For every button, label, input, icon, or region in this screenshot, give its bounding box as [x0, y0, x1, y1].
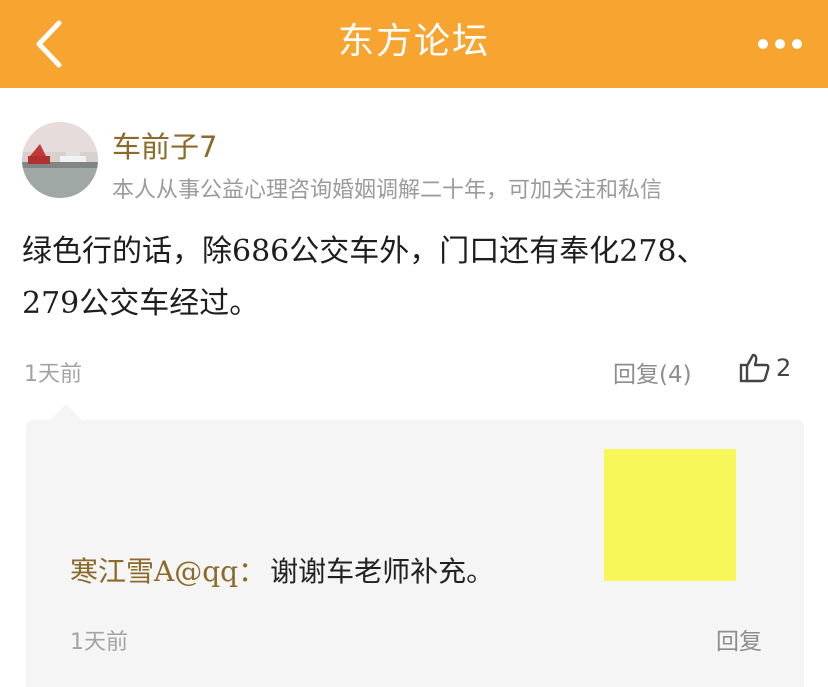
post-body-line: 279公交车经过。	[22, 286, 260, 321]
like-count: 2	[776, 354, 792, 382]
reply-username[interactable]: 寒江雪A@qq：	[70, 555, 266, 588]
avatar[interactable]	[22, 122, 98, 198]
reply-box-pointer	[50, 404, 82, 420]
user-bio: 本人从事公益心理咨询婚姻调解二十年，可加关注和私信	[112, 178, 663, 203]
post-timestamp: 1天前	[24, 362, 82, 387]
more-button[interactable]	[750, 22, 810, 66]
reply-button[interactable]: 回复(4)	[613, 355, 692, 389]
more-dots-icon	[758, 39, 802, 49]
thumbs-up-icon	[739, 353, 770, 383]
highlight-block	[604, 449, 736, 581]
reply-reply-button[interactable]: 回复	[716, 622, 762, 656]
post-content: 绿色行的话，除686公交车外，门口还有奉化278、 279公交车经过。	[22, 226, 812, 330]
reply-item: 寒江雪A@qq： 谢谢车老师补充。	[70, 550, 494, 590]
reply-timestamp: 1天前	[70, 630, 128, 655]
like-button[interactable]: 2	[738, 348, 791, 388]
post-username[interactable]: 车前子7	[112, 124, 217, 166]
reply-text: 谢谢车老师补充。	[270, 555, 495, 588]
post-body-line: 绿色行的话，除686公交车外，门口还有奉化278、	[22, 234, 707, 269]
top-nav-bar: 东方论坛	[0, 0, 828, 88]
page-title: 东方论坛	[337, 21, 490, 62]
